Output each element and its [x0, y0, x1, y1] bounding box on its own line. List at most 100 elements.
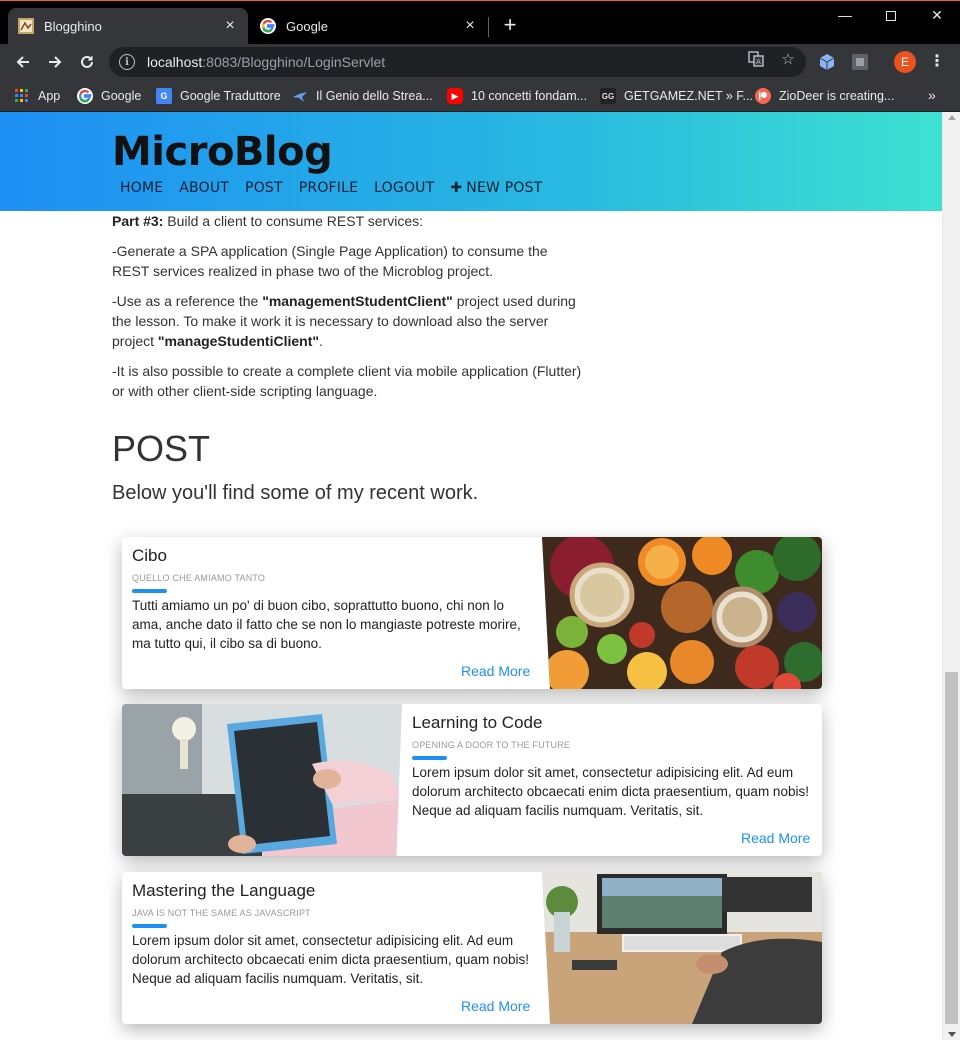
- card-body: Mastering the Language JAVA IS NOT THE S…: [132, 882, 532, 988]
- card-body: Cibo QUELLO CHE AMIAMO TANTO Tutti amiam…: [132, 547, 532, 653]
- tab-blogghino[interactable]: Blogghino ×: [8, 8, 248, 44]
- page-scrollbar[interactable]: [942, 112, 960, 1040]
- reference-text: -Use as a reference the: [112, 293, 263, 309]
- bookmark-star-icon[interactable]: ☆: [779, 51, 797, 69]
- bird-icon: [292, 88, 308, 104]
- nav-home[interactable]: HOME: [120, 180, 163, 196]
- more-bookmarks-icon[interactable]: »: [928, 87, 936, 103]
- bookmark-label: ZioDeer is creating...: [779, 89, 895, 103]
- read-more-link[interactable]: Read More: [741, 830, 810, 846]
- page-viewport: MicroBlog HOME ABOUT POST PROFILE LOGOUT…: [0, 112, 960, 1040]
- read-more-link[interactable]: Read More: [461, 998, 530, 1014]
- project-description: Part #3: Build a client to consume REST …: [112, 211, 587, 411]
- chrome-menu-icon[interactable]: ⋮: [928, 52, 946, 72]
- card-accent-bar: [412, 756, 447, 760]
- tab-google[interactable]: Google ×: [250, 8, 488, 44]
- apps-grid-icon: [14, 88, 30, 104]
- card-body: Learning to Code OPENING A DOOR TO THE F…: [412, 714, 812, 820]
- card-text: Tutti amiamo un po' di buon cibo, soprat…: [132, 598, 521, 651]
- post-card-cibo: Cibo QUELLO CHE AMIAMO TANTO Tutti amiam…: [122, 537, 822, 689]
- card-text: Lorem ipsum dolor sit amet, consectetur …: [412, 765, 809, 818]
- bookmark-genio[interactable]: Il Genio dello Strea...: [292, 86, 433, 106]
- tab-title: Blogghino: [44, 18, 102, 34]
- bookmark-ziodeer[interactable]: ZioDeer is creating...: [755, 86, 894, 106]
- card-kicker: JAVA IS NOT THE SAME AS JAVASCRIPT: [132, 908, 311, 918]
- part3-paragraph: Part #3: Build a client to consume REST …: [112, 211, 587, 231]
- cube-extension-icon[interactable]: [818, 53, 836, 71]
- site-info-icon[interactable]: i: [119, 54, 135, 70]
- server-project-name: "manageStudentiClient": [157, 333, 319, 349]
- nav-profile[interactable]: PROFILE: [299, 180, 358, 196]
- forward-arrow-icon[interactable]: [42, 49, 68, 75]
- card-title: Learning to Code: [412, 713, 543, 732]
- site-header: MicroBlog HOME ABOUT POST PROFILE LOGOUT…: [0, 112, 942, 211]
- fruits-vegetables-photo: [542, 537, 822, 689]
- new-tab-icon[interactable]: +: [498, 14, 522, 38]
- bookmark-label: Google Traduttore: [180, 89, 281, 103]
- close-tab-icon[interactable]: ×: [462, 18, 478, 34]
- card-kicker: QUELLO CHE AMIAMO TANTO: [132, 573, 266, 583]
- bookmark-getgamez[interactable]: GG GETGAMEZ.NET » F...: [600, 86, 753, 106]
- google-favicon-icon: [260, 18, 276, 34]
- nav-post[interactable]: POST: [245, 180, 283, 196]
- post-heading: POST: [112, 428, 211, 469]
- plus-icon: ✚: [450, 180, 463, 196]
- paragraph-spa: -Generate a SPA application (Single Page…: [112, 243, 548, 279]
- browser-toolbar: i localhost:8083/Blogghino/LoginServlet …: [0, 44, 960, 80]
- paragraph-mobile: -It is also possible to create a complet…: [112, 363, 582, 399]
- svg-text:A: A: [756, 58, 761, 66]
- close-tab-icon[interactable]: ×: [222, 18, 238, 34]
- card-accent-bar: [132, 924, 167, 928]
- post-subheading: Below you'll find some of my recent work…: [112, 482, 479, 504]
- google-translate-icon: G: [156, 88, 172, 104]
- url-host: localhost: [147, 54, 203, 70]
- reload-icon[interactable]: [74, 49, 100, 75]
- bookmark-google-traduttore[interactable]: G Google Traduttore: [156, 86, 281, 106]
- bookmark-label: GETGAMEZ.NET » F...: [624, 89, 753, 103]
- blogghino-favicon-icon: [18, 18, 34, 34]
- scroll-up-arrow-icon[interactable]: [948, 115, 956, 120]
- bookmark-youtube[interactable]: ▶ 10 concetti fondam...: [447, 86, 587, 106]
- patreon-icon: [755, 88, 771, 104]
- bookmark-label: Il Genio dello Strea...: [316, 89, 433, 103]
- close-window-icon[interactable]: ✕: [914, 4, 960, 28]
- tab-separator: [488, 17, 489, 37]
- nav-new-post[interactable]: ✚ NEW POST: [450, 180, 542, 196]
- nav-new-post-label: NEW POST: [466, 180, 543, 196]
- translate-icon[interactable]: A: [747, 51, 765, 69]
- bookmarks-bar: App Google G Google Traduttore Il Genio …: [0, 80, 960, 112]
- site-brand[interactable]: MicroBlog: [112, 129, 333, 175]
- card-title: Mastering the Language: [132, 881, 316, 900]
- card-text: Lorem ipsum dolor sit amet, consectetur …: [132, 933, 529, 986]
- url-path: :8083/Blogghino/LoginServlet: [202, 54, 386, 70]
- back-arrow-icon[interactable]: [10, 49, 36, 75]
- bookmark-app[interactable]: App: [14, 86, 60, 106]
- google-icon: [77, 88, 93, 104]
- minimize-icon[interactable]: —: [822, 4, 868, 28]
- tab-title: Google: [286, 18, 328, 34]
- read-more-link[interactable]: Read More: [461, 663, 530, 679]
- scrollbar-thumb[interactable]: [945, 672, 958, 1024]
- reference-text: .: [319, 333, 323, 349]
- address-bar[interactable]: i localhost:8083/Blogghino/LoginServlet: [109, 47, 806, 77]
- card-kicker: OPENING A DOOR TO THE FUTURE: [412, 740, 571, 750]
- youtube-icon: ▶: [447, 88, 463, 104]
- nav-logout[interactable]: LOGOUT: [374, 180, 434, 196]
- bookmark-label: Google: [101, 89, 142, 103]
- tablet-hands-photo: [122, 704, 402, 856]
- post-card-learning-to-code: Learning to Code OPENING A DOOR TO THE F…: [122, 704, 822, 856]
- card-title: Cibo: [132, 546, 167, 565]
- scroll-down-arrow-icon[interactable]: [948, 1032, 956, 1037]
- main-nav: HOME ABOUT POST PROFILE LOGOUT ✚ NEW POST: [120, 180, 558, 196]
- maximize-icon[interactable]: [868, 4, 914, 28]
- nav-about[interactable]: ABOUT: [179, 180, 229, 196]
- bookmark-google[interactable]: Google: [77, 86, 141, 106]
- post-card-mastering-the-language: Mastering the Language JAVA IS NOT THE S…: [122, 872, 822, 1024]
- profile-avatar[interactable]: E: [894, 51, 916, 73]
- desk-computer-photo: [542, 872, 822, 1024]
- tab-strip: Blogghino × Google × + — ✕: [0, 0, 960, 44]
- puzzle-extension-icon[interactable]: [851, 53, 869, 71]
- bookmark-label: App: [38, 89, 61, 103]
- paragraph-reference: -Use as a reference the "managementStude…: [112, 291, 587, 351]
- bookmark-label: 10 concetti fondam...: [471, 89, 588, 103]
